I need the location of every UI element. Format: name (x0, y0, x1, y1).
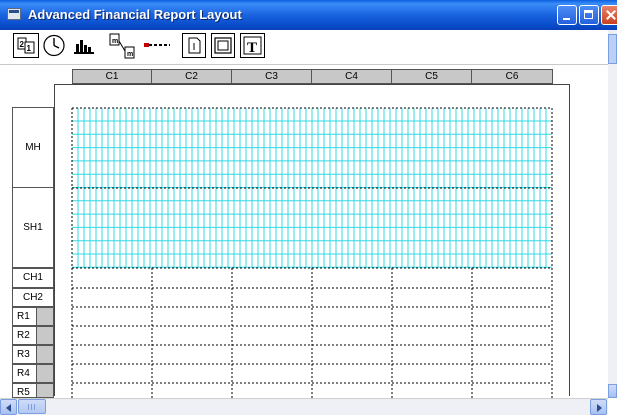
column-header-c1[interactable]: C1 (72, 69, 152, 84)
page-tool-button[interactable] (182, 33, 206, 58)
horizontal-scrollbar[interactable] (0, 398, 608, 415)
vertical-scroll-thumb[interactable] (608, 34, 617, 64)
row-header-sh1[interactable]: SH1 (12, 187, 54, 268)
column-header-c2[interactable]: C2 (151, 69, 232, 84)
row-label-r5: R5 (13, 384, 37, 397)
row-header-ch2[interactable]: CH2 (12, 288, 54, 307)
page-icon (188, 37, 201, 54)
text-tool-button[interactable]: T (240, 33, 265, 58)
chart-icon (74, 40, 94, 54)
maximize-button[interactable] (579, 5, 599, 25)
frame-icon (214, 37, 232, 54)
svg-text:2: 2 (20, 40, 25, 49)
copy-icon: m m (109, 33, 135, 59)
row-header-r5[interactable]: R5 (12, 383, 54, 398)
line-tool-button[interactable] (142, 33, 172, 58)
time-tool-button[interactable] (41, 33, 67, 58)
row-label-r3: R3 (13, 346, 37, 363)
row-label-sh1: SH1 (23, 222, 43, 233)
fields-tool-button[interactable]: 2 1 (13, 33, 39, 58)
column-header-c3[interactable]: C3 (231, 69, 312, 84)
fields-icon: 2 1 (17, 37, 35, 54)
row-label-ch1: CH1 (22, 272, 43, 283)
row-label-r2: R2 (13, 327, 37, 344)
clock-icon (43, 34, 65, 57)
scroll-left-button[interactable] (0, 399, 17, 415)
row-header-r4[interactable]: R4 (12, 364, 54, 383)
window-title: Advanced Financial Report Layout (28, 7, 242, 22)
scroll-right-button[interactable] (590, 399, 607, 415)
minimize-button[interactable] (557, 5, 577, 25)
svg-text:m: m (127, 51, 133, 58)
row-label-r1: R1 (13, 308, 37, 325)
column-header-c5[interactable]: C5 (391, 69, 472, 84)
row-label-r4: R4 (13, 365, 37, 382)
row-header-ch1[interactable]: CH1 (12, 268, 54, 288)
toolbar: 2 1 m m T (0, 30, 608, 65)
row-label-ch2: CH2 (22, 292, 43, 303)
row-header-r2[interactable]: R2 (12, 326, 54, 345)
row-header-r3[interactable]: R3 (12, 345, 54, 364)
row-label-mh: MH (25, 142, 41, 153)
horizontal-scroll-thumb[interactable] (18, 399, 46, 414)
vertical-scrollbar[interactable] (608, 30, 617, 398)
row-header-mh[interactable]: MH (12, 107, 54, 188)
row-header-r1[interactable]: R1 (12, 307, 54, 326)
text-icon: T (243, 36, 262, 56)
line-icon (144, 43, 170, 47)
report-page-canvas[interactable] (54, 84, 570, 396)
app-icon (7, 8, 21, 20)
svg-text:T: T (247, 40, 257, 56)
svg-text:m: m (112, 38, 118, 45)
close-button[interactable] (601, 5, 617, 25)
frame-tool-button[interactable] (211, 33, 235, 58)
column-header-c6[interactable]: C6 (471, 69, 553, 84)
chart-tool-button[interactable] (70, 33, 98, 58)
report-layout-window: Advanced Financial Report Layout 2 1 m m… (0, 0, 617, 415)
scroll-down-button[interactable] (608, 384, 617, 398)
title-bar[interactable]: Advanced Financial Report Layout (0, 0, 617, 30)
copy-tool-button[interactable]: m m (107, 33, 141, 59)
svg-text:1: 1 (27, 44, 32, 53)
column-header-c4[interactable]: C4 (311, 69, 392, 84)
